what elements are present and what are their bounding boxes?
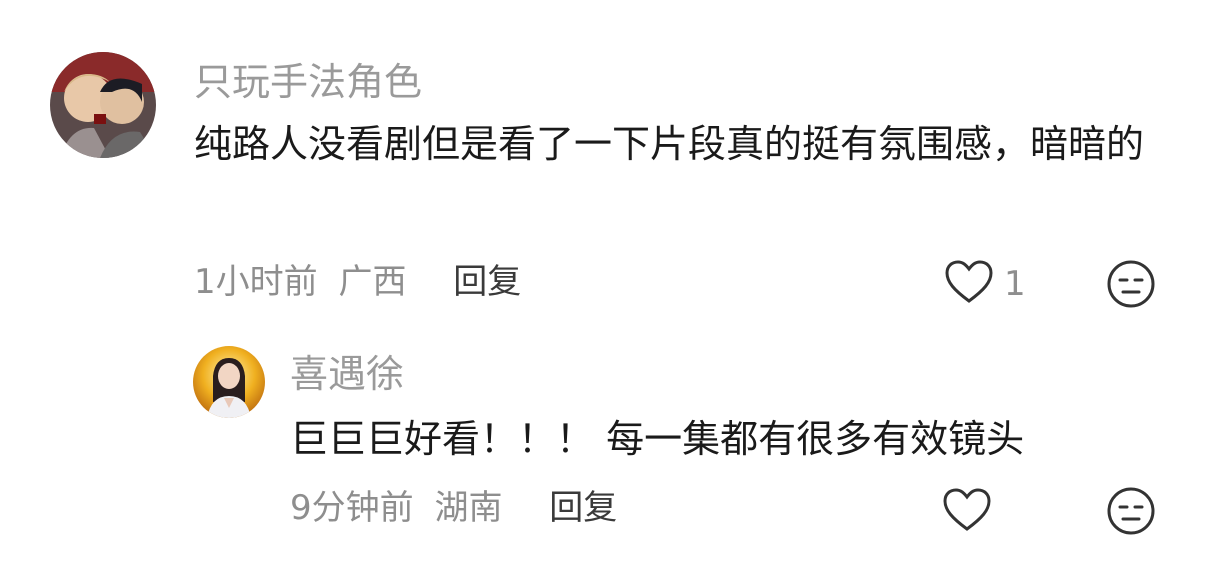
comment-location: 湖南 [434, 488, 503, 528]
comment-meta: 9分钟前 湖南 回复 [290, 488, 617, 528]
comment-meta: 1小时前 广西 回复 [194, 262, 521, 302]
user-avatar[interactable] [193, 346, 265, 418]
comment-text: 纯路人没看剧但是看了一下片段真的挺有氛围感，暗暗的 [194, 122, 1145, 166]
like-button[interactable] [942, 486, 992, 536]
user-avatar[interactable] [50, 52, 156, 158]
comment-text: 巨巨巨好看！！！ 每一集都有很多有效镜头 [290, 417, 1025, 461]
avatar-illustration-icon [50, 52, 156, 158]
avatar-photo-icon [193, 346, 265, 418]
heart-outline-icon [945, 260, 993, 303]
meh-face-icon [1107, 260, 1155, 308]
comment-time: 9分钟前 [290, 488, 414, 528]
comment-username[interactable]: 只玩手法角色 [194, 60, 422, 104]
heart-outline-icon [943, 488, 991, 531]
reply-button[interactable]: 回复 [453, 262, 521, 302]
like-button[interactable] [944, 258, 994, 308]
comment-time: 1小时前 [194, 262, 318, 302]
meh-face-icon [1107, 487, 1155, 535]
reply-button[interactable]: 回复 [549, 488, 617, 528]
react-button[interactable] [1106, 486, 1156, 536]
comment-username[interactable]: 喜遇徐 [290, 352, 404, 396]
like-count: 1 [1004, 264, 1026, 304]
react-button[interactable] [1106, 259, 1156, 309]
comment-location: 广西 [338, 262, 407, 302]
